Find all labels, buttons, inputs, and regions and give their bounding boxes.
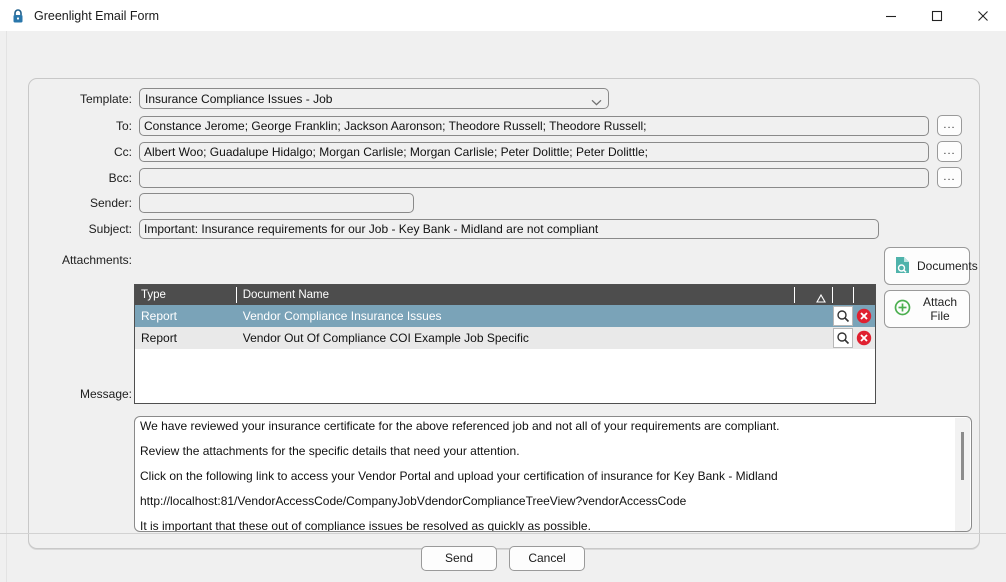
- sender-input[interactable]: [139, 193, 414, 213]
- row-type: Report: [141, 331, 178, 345]
- bcc-row: Bcc: ...: [32, 167, 962, 188]
- row-spacer: [795, 305, 833, 327]
- documents-button[interactable]: Documents: [884, 247, 978, 285]
- message-paragraph: We have reviewed your insurance certific…: [140, 419, 780, 433]
- message-scrollbar[interactable]: [955, 418, 970, 531]
- lock-icon: [10, 8, 26, 24]
- window-titlebar: Greenlight Email Form: [0, 0, 1006, 32]
- message-paragraph: Click on the following link to access yo…: [140, 469, 778, 483]
- column-header-type[interactable]: Type: [135, 285, 237, 305]
- to-label: To:: [115, 118, 132, 133]
- send-button[interactable]: Send: [421, 545, 497, 571]
- window-controls: [868, 0, 1006, 31]
- subject-row: Subject:: [32, 219, 879, 239]
- bcc-label: Bcc:: [108, 170, 132, 185]
- message-link-text: http://localhost:81/VendorAccessCode/Com…: [140, 494, 687, 508]
- row-document-name: Vendor Compliance Insurance Issues: [242, 309, 442, 323]
- column-header-document-name[interactable]: Document Name: [237, 285, 796, 305]
- row-document-name: Vendor Out Of Compliance COI Example Job…: [242, 331, 529, 345]
- column-header-sort[interactable]: [795, 285, 833, 305]
- subject-label: Subject:: [88, 222, 132, 236]
- bcc-browse-button[interactable]: ...: [937, 167, 962, 188]
- message-label: Message:: [79, 387, 132, 401]
- to-row: To: ...: [32, 115, 962, 136]
- attach-file-button[interactable]: Attach File: [884, 290, 970, 328]
- template-select[interactable]: Insurance Compliance Issues - Job: [139, 88, 609, 109]
- minimize-button[interactable]: [868, 0, 914, 31]
- dialog-client-area: Template: Insurance Compliance Issues - …: [0, 31, 1006, 582]
- template-label: Template:: [79, 91, 132, 106]
- close-button[interactable]: [960, 0, 1006, 31]
- footer-button-bar: Send Cancel: [0, 534, 1006, 582]
- to-input[interactable]: [139, 115, 929, 136]
- to-browse-button[interactable]: ...: [937, 115, 962, 136]
- cc-row: Cc: ...: [32, 141, 962, 162]
- cc-label: Cc:: [114, 144, 132, 159]
- magnifier-icon[interactable]: [833, 306, 854, 326]
- subject-input[interactable]: [139, 219, 879, 239]
- delete-circle-icon[interactable]: [854, 306, 874, 326]
- left-edge-strip: [0, 31, 7, 582]
- delete-circle-icon[interactable]: [854, 328, 874, 348]
- magnifier-icon[interactable]: [833, 328, 854, 348]
- sender-label: Sender:: [89, 196, 132, 210]
- template-combo-wrap: Insurance Compliance Issues - Job: [139, 88, 609, 109]
- window-title: Greenlight Email Form: [34, 8, 160, 23]
- attachments-label: Attachments:: [61, 253, 132, 267]
- maximize-button[interactable]: [914, 0, 960, 31]
- message-label-row: Message:: [32, 387, 139, 401]
- message-body[interactable]: We have reviewed your insurance certific…: [134, 416, 972, 532]
- sender-row: Sender:: [32, 193, 414, 213]
- message-scrollbar-thumb[interactable]: [961, 432, 964, 480]
- template-row: Template: Insurance Compliance Issues - …: [32, 88, 609, 109]
- cc-browse-button[interactable]: ...: [937, 141, 962, 162]
- document-search-icon: [894, 256, 911, 277]
- bcc-input[interactable]: [139, 167, 929, 188]
- attachments-grid[interactable]: Type Document Name Report Vendor Complia…: [134, 284, 876, 404]
- plus-circle-icon: [894, 299, 911, 319]
- attach-file-button-label: Attach File: [922, 295, 958, 323]
- attachments-label-row: Attachments:: [32, 253, 139, 267]
- column-header-view: [833, 285, 854, 305]
- message-paragraph: Review the attachments for the specific …: [140, 444, 520, 458]
- grid-empty-area: [135, 349, 875, 403]
- column-header-delete: [854, 285, 875, 305]
- row-type: Report: [141, 309, 178, 323]
- row-spacer: [795, 327, 833, 349]
- attachments-grid-header: Type Document Name: [135, 285, 875, 305]
- cc-input[interactable]: [139, 141, 929, 162]
- cancel-button[interactable]: Cancel: [509, 545, 585, 571]
- table-row[interactable]: Report Vendor Out Of Compliance COI Exam…: [135, 327, 875, 349]
- message-paragraph: It is important that these out of compli…: [140, 519, 591, 532]
- message-text: We have reviewed your insurance certific…: [135, 417, 971, 532]
- table-row[interactable]: Report Vendor Compliance Insurance Issue…: [135, 305, 875, 327]
- documents-button-label: Documents: [917, 259, 978, 273]
